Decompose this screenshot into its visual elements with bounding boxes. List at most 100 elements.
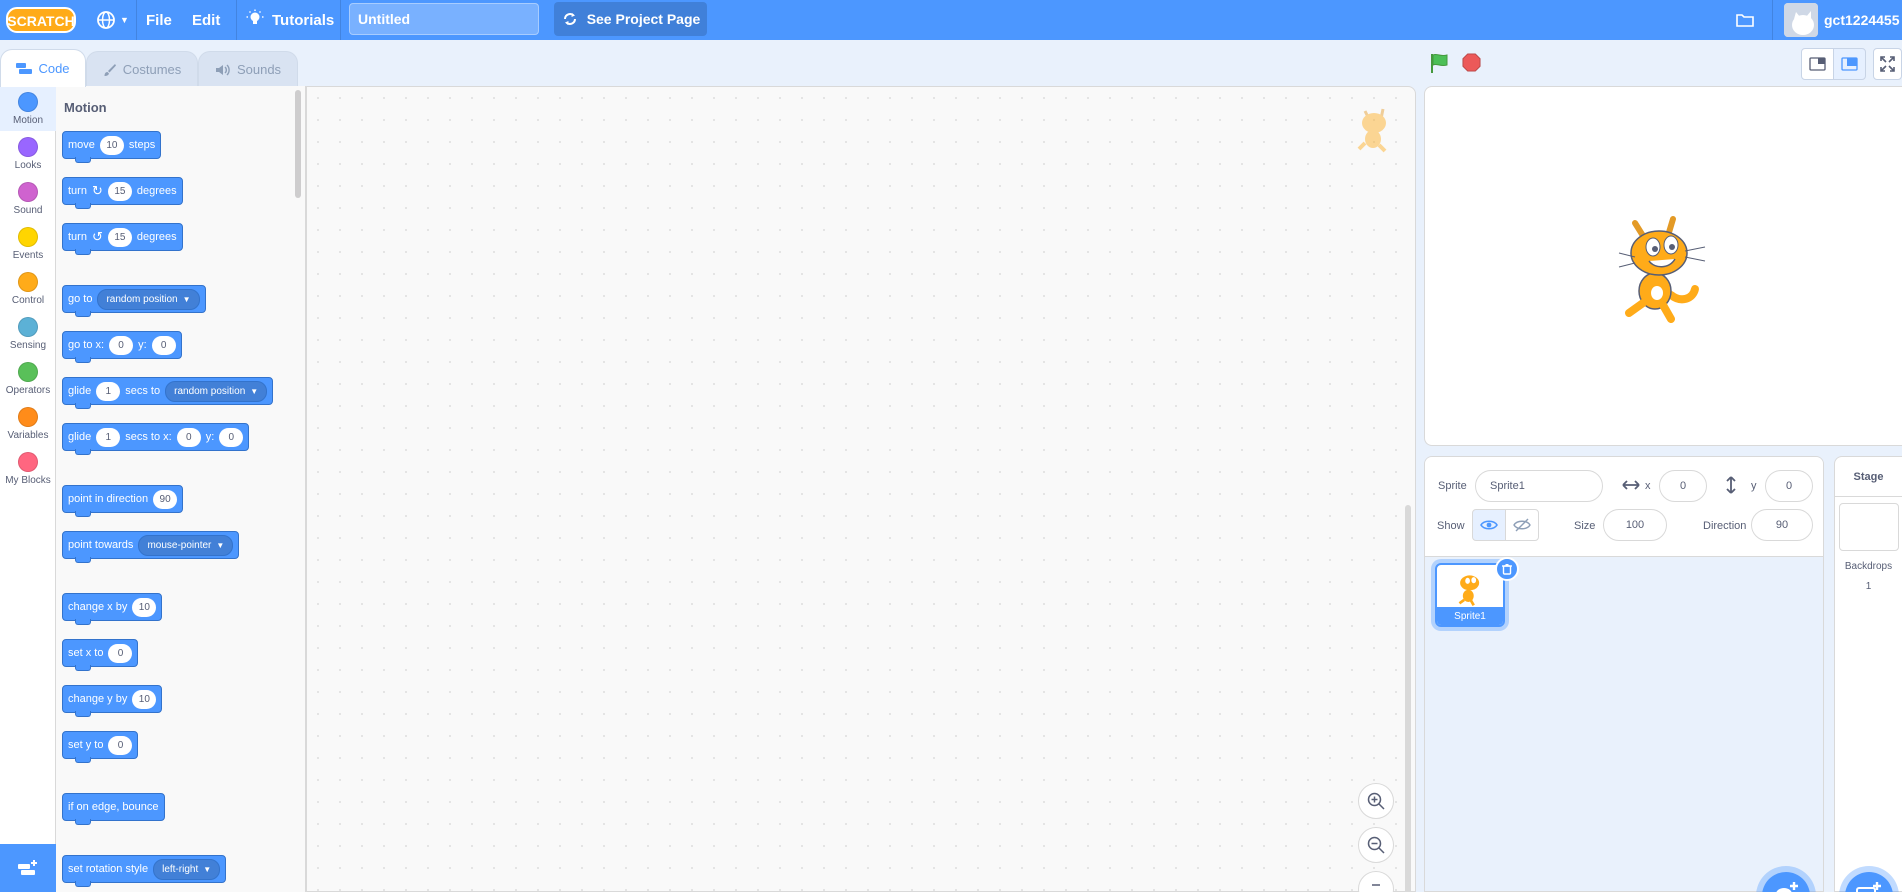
block-input[interactable]: 90 bbox=[153, 489, 178, 509]
add-sprite-button[interactable] bbox=[1762, 872, 1810, 892]
add-extension-button[interactable] bbox=[0, 844, 56, 892]
edit-menu[interactable]: Edit bbox=[192, 0, 220, 40]
sprite-tile[interactable]: Sprite1 bbox=[1435, 563, 1505, 627]
account-menu[interactable]: gct1224455 ▼ bbox=[1824, 0, 1902, 40]
block-set-rotation-style[interactable]: set rotation style left-right ▼ bbox=[62, 855, 227, 887]
tab-sounds[interactable]: Sounds bbox=[198, 51, 298, 87]
x-label: x bbox=[1645, 480, 1651, 492]
language-menu[interactable]: ▼ bbox=[96, 0, 129, 40]
rotate-right-icon: ↻ bbox=[91, 183, 103, 198]
delete-sprite-button[interactable] bbox=[1495, 557, 1519, 581]
block-set-x[interactable]: set x to 0 bbox=[62, 639, 139, 671]
block-go-to-xy[interactable]: go to x: 0 y: 0 bbox=[62, 331, 182, 363]
category-operators[interactable]: Operators bbox=[0, 356, 56, 401]
paintbrush-icon bbox=[104, 63, 116, 76]
category-looks[interactable]: Looks bbox=[0, 131, 56, 176]
project-title-input[interactable]: Untitled bbox=[349, 3, 539, 35]
small-stage-button[interactable] bbox=[1801, 48, 1834, 80]
block-dropdown[interactable]: left-right ▼ bbox=[153, 858, 221, 880]
tab-costumes[interactable]: Costumes bbox=[86, 51, 198, 87]
menu-bar: SCRATCH ▼ File Edit Tutorials Untitled S… bbox=[0, 0, 1902, 40]
block-change-x[interactable]: change x by 10 bbox=[62, 593, 163, 625]
rotate-left-icon: ↺ bbox=[91, 229, 103, 244]
block-text: secs to x: bbox=[125, 431, 172, 443]
block-input[interactable]: 10 bbox=[99, 135, 124, 155]
y-input[interactable]: 0 bbox=[1765, 470, 1813, 502]
hide-sprite-button[interactable] bbox=[1505, 509, 1539, 541]
scratch-logo[interactable]: SCRATCH bbox=[6, 5, 76, 35]
workspace-scrollbar[interactable] bbox=[1405, 505, 1411, 892]
category-events[interactable]: Events bbox=[0, 221, 56, 266]
add-backdrop-button[interactable] bbox=[1845, 872, 1893, 892]
show-sprite-button[interactable] bbox=[1472, 509, 1506, 541]
block-change-y[interactable]: change y by 10 bbox=[62, 685, 163, 717]
zoom-out-button[interactable] bbox=[1358, 827, 1394, 863]
block-input[interactable]: 0 bbox=[108, 643, 133, 663]
large-stage-button[interactable] bbox=[1833, 48, 1866, 80]
menu-divider bbox=[236, 0, 237, 40]
block-turn-left[interactable]: turn ↺ 15 degrees bbox=[62, 223, 183, 255]
folder-icon bbox=[1736, 14, 1754, 27]
block-glide-xy[interactable]: glide 1 secs to x: 0 y: 0 bbox=[62, 423, 250, 455]
block-input[interactable]: 10 bbox=[132, 689, 157, 709]
block-glide-to[interactable]: glide 1 secs to random position ▼ bbox=[62, 377, 274, 409]
stage-selector[interactable]: Stage Backdrops 1 bbox=[1834, 456, 1902, 892]
sprite-cat-on-stage[interactable] bbox=[1613, 213, 1713, 323]
file-menu[interactable]: File bbox=[146, 0, 172, 40]
category-color-dot bbox=[18, 182, 38, 202]
my-stuff-button[interactable] bbox=[1735, 0, 1755, 40]
palette-scrollbar[interactable] bbox=[295, 90, 301, 198]
category-variables[interactable]: Variables bbox=[0, 401, 56, 446]
block-if-on-edge-bounce[interactable]: if on edge, bounce bbox=[62, 793, 165, 825]
block-input[interactable]: 0 bbox=[108, 735, 133, 755]
sprite-name-input[interactable]: Sprite1 bbox=[1475, 470, 1603, 502]
category-control[interactable]: Control bbox=[0, 266, 56, 311]
block-text: glide bbox=[68, 431, 92, 443]
block-input[interactable]: 0 bbox=[151, 335, 176, 355]
block-input[interactable]: 0 bbox=[176, 427, 201, 447]
block-point-towards[interactable]: point towards mouse-pointer ▼ bbox=[62, 531, 240, 563]
category-color-dot bbox=[18, 362, 38, 382]
category-sound[interactable]: Sound bbox=[0, 176, 56, 221]
block-input[interactable]: 15 bbox=[107, 227, 132, 247]
category-sensing[interactable]: Sensing bbox=[0, 311, 56, 356]
caret-down-icon: ▼ bbox=[203, 864, 212, 874]
x-input[interactable]: 0 bbox=[1659, 470, 1707, 502]
script-workspace[interactable] bbox=[306, 86, 1416, 892]
block-input[interactable]: 15 bbox=[107, 181, 132, 201]
tab-code[interactable]: Code bbox=[0, 49, 86, 87]
green-flag-icon[interactable] bbox=[1428, 52, 1450, 74]
block-turn-right[interactable]: turn ↻ 15 degrees bbox=[62, 177, 183, 209]
block-input[interactable]: 1 bbox=[96, 381, 121, 401]
size-input[interactable]: 100 bbox=[1603, 509, 1667, 541]
block-go-to[interactable]: go to random position ▼ bbox=[62, 285, 206, 317]
direction-input[interactable]: 90 bbox=[1751, 509, 1813, 541]
backdrop-plus-icon bbox=[1856, 882, 1881, 892]
stage-size-controls bbox=[1801, 48, 1902, 80]
block-dropdown[interactable]: random position ▼ bbox=[97, 288, 200, 310]
tutorials-button[interactable]: Tutorials bbox=[246, 0, 334, 40]
see-project-page-button[interactable]: See Project Page bbox=[554, 2, 707, 36]
block-text: go to x: bbox=[68, 339, 105, 351]
stage-thumbnail bbox=[1839, 503, 1899, 551]
menu-divider bbox=[340, 0, 341, 40]
fullscreen-button[interactable] bbox=[1873, 48, 1902, 80]
eye-icon bbox=[1480, 520, 1498, 530]
category-motion[interactable]: Motion bbox=[0, 86, 56, 131]
block-dropdown[interactable]: mouse-pointer ▼ bbox=[138, 534, 234, 556]
category-my-blocks[interactable]: My Blocks bbox=[0, 446, 56, 491]
avatar[interactable] bbox=[1784, 3, 1818, 37]
block-input[interactable]: 10 bbox=[132, 597, 157, 617]
zoom-in-button[interactable] bbox=[1358, 783, 1394, 819]
block-input[interactable]: 1 bbox=[96, 427, 121, 447]
stage-canvas[interactable] bbox=[1424, 86, 1902, 446]
stop-icon[interactable] bbox=[1462, 53, 1481, 72]
caret-down-icon: ▼ bbox=[216, 540, 225, 550]
block-dropdown[interactable]: random position ▼ bbox=[165, 380, 268, 402]
block-set-y[interactable]: set y to 0 bbox=[62, 731, 139, 763]
block-move-steps[interactable]: move 10 steps bbox=[62, 131, 162, 163]
block-text: steps bbox=[128, 139, 156, 151]
block-input[interactable]: 0 bbox=[109, 335, 134, 355]
block-point-in-direction[interactable]: point in direction 90 bbox=[62, 485, 184, 517]
block-input[interactable]: 0 bbox=[219, 427, 244, 447]
